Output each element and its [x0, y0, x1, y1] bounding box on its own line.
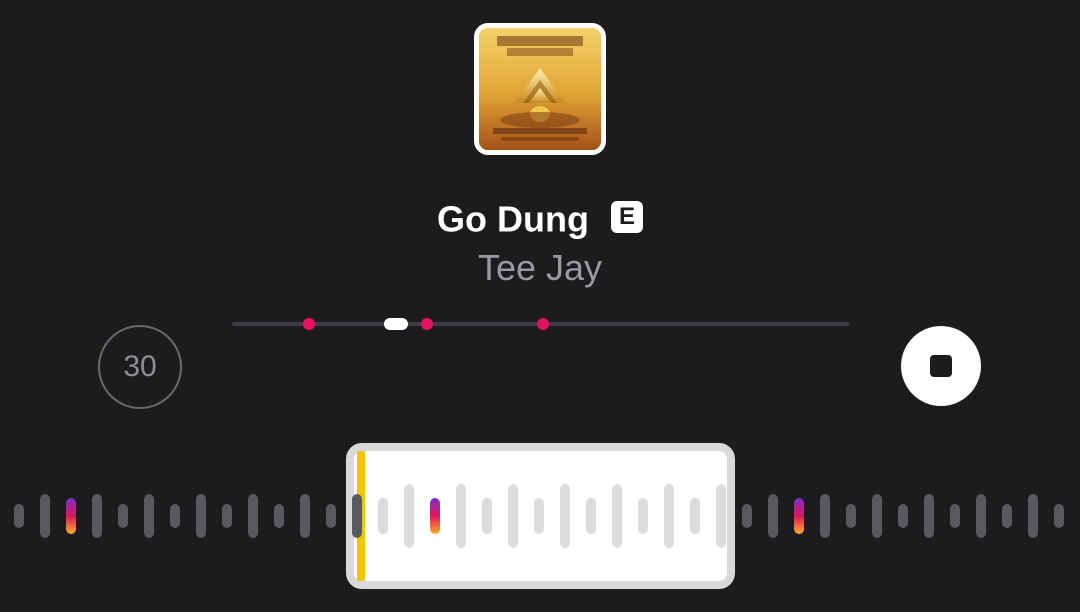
waveform-bar — [170, 504, 180, 528]
waveform-bar — [222, 504, 232, 528]
waveform-bar — [66, 498, 76, 534]
explicit-badge: E — [610, 201, 643, 234]
waveform-bar — [352, 494, 362, 538]
skip-30-button[interactable]: 30 — [98, 325, 182, 409]
album-art-image — [479, 28, 601, 150]
waveform-bar — [664, 484, 674, 548]
waveform-bar — [144, 494, 154, 538]
waveform-bar — [92, 494, 102, 538]
music-clip-editor: Go Dung E Tee Jay 30 — [0, 0, 1080, 612]
waveform-bar — [118, 504, 128, 528]
waveform-bar — [1054, 504, 1064, 528]
waveform-bar — [820, 494, 830, 538]
waveform-bar — [612, 484, 622, 548]
album-art — [474, 23, 606, 155]
waveform-bar — [482, 498, 492, 534]
waveform-bar — [40, 494, 50, 538]
track-title-text: Go Dung — [437, 198, 589, 240]
waveform-bar — [1028, 494, 1038, 538]
waveform-bar — [898, 504, 908, 528]
waveform-bar — [326, 504, 336, 528]
waveform-bar — [690, 498, 700, 534]
waveform-bar — [14, 504, 24, 528]
waveform-bar — [794, 498, 804, 534]
scrub-marker — [537, 318, 549, 330]
waveform-bar — [742, 504, 752, 528]
waveform-bar — [924, 494, 934, 538]
waveform-bar — [196, 494, 206, 538]
scrub-marker — [303, 318, 315, 330]
waveform-bar — [1002, 504, 1012, 528]
waveform-bar — [300, 494, 310, 538]
waveform-bar — [768, 494, 778, 538]
waveform-bar — [456, 484, 466, 548]
waveform-bar — [560, 484, 570, 548]
waveform-bar — [534, 498, 544, 534]
waveform-bar — [274, 504, 284, 528]
waveform-bar — [430, 498, 440, 534]
waveform-bar — [378, 498, 388, 534]
track-title: Go Dung E — [0, 195, 1080, 241]
waveform-bar — [716, 484, 726, 548]
waveform-bar — [248, 494, 258, 538]
stop-button[interactable] — [901, 326, 981, 406]
waveform-bar — [976, 494, 986, 538]
waveform-bar — [404, 484, 414, 548]
artist-name: Tee Jay — [477, 247, 603, 288]
waveform-bar — [846, 504, 856, 528]
waveform-bar — [950, 504, 960, 528]
waveform-bar — [872, 494, 882, 538]
scrub-marker — [421, 318, 433, 330]
stop-icon — [930, 355, 952, 377]
waveform-bar — [638, 498, 648, 534]
waveform-bar — [586, 498, 596, 534]
scrub-handle[interactable] — [384, 318, 408, 330]
waveform[interactable] — [0, 440, 1080, 600]
waveform-bar — [508, 484, 518, 548]
